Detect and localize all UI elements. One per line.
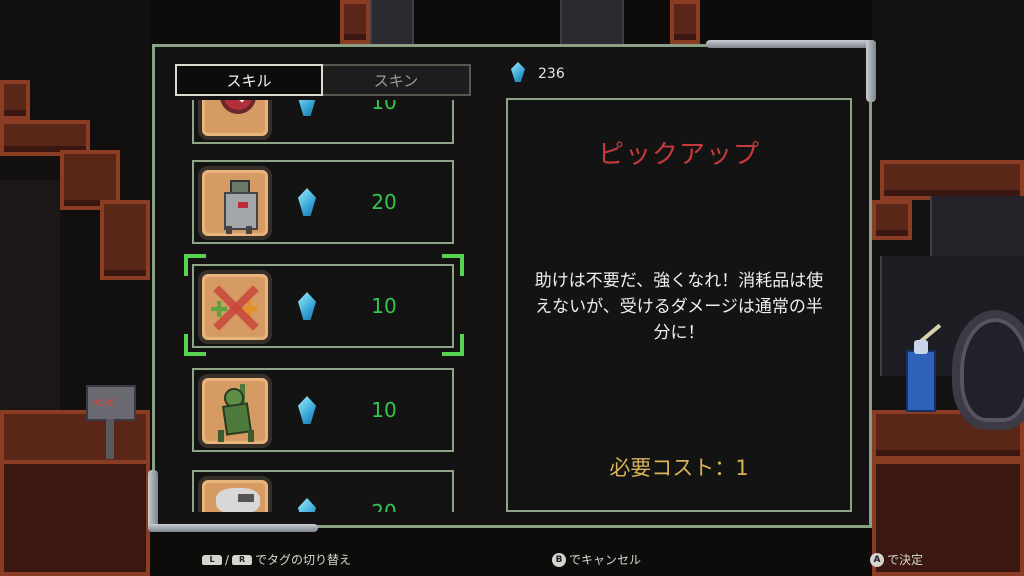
skill-cost: 10 bbox=[371, 398, 397, 422]
cancel-hint: B でキャンセル bbox=[552, 551, 641, 568]
skill-icon bbox=[198, 476, 272, 512]
machine-panel bbox=[930, 196, 1024, 256]
skill-cost: 10 bbox=[371, 294, 397, 318]
skill-icon: ✚ ✚ bbox=[198, 270, 272, 344]
portal-gate bbox=[952, 310, 1024, 430]
skill-list[interactable]: 10 20 ✚ ✚ 10 10 20 bbox=[176, 100, 470, 512]
tab-skin-label: スキン bbox=[373, 71, 419, 90]
tag-switch-hint: L / R でタグの切り替え bbox=[202, 551, 351, 568]
crystal-gem-icon bbox=[298, 100, 316, 116]
frame-pipe-decoration bbox=[706, 40, 876, 48]
rock-ledge-right bbox=[872, 200, 912, 240]
currency-amount: 236 bbox=[538, 66, 565, 82]
skill-card-creature[interactable]: 20 bbox=[192, 470, 454, 512]
frame-pipe-decoration bbox=[148, 524, 318, 532]
skill-title: ピックアップ bbox=[597, 140, 760, 170]
sign-arrow-icon: << bbox=[92, 395, 116, 411]
skill-card-warrior[interactable]: 10 bbox=[192, 368, 454, 452]
tag-switch-label: でタグの切り替え bbox=[255, 553, 352, 567]
figure-legs bbox=[218, 430, 254, 442]
skill-detail-panel: ピックアップ 助けは不要だ、強くなれ！消耗品は使えないが、受けるダメージは通常の… bbox=[506, 98, 852, 512]
skill-cost: 20 bbox=[371, 190, 397, 214]
rock-ceiling bbox=[340, 0, 370, 44]
crystal-gem-icon bbox=[298, 188, 316, 216]
frame-pipe-decoration bbox=[148, 470, 158, 532]
robot-legs bbox=[226, 226, 252, 234]
rock-ceiling bbox=[670, 0, 700, 44]
selection-cursor-corner bbox=[442, 334, 464, 356]
skill-cost: 10 bbox=[371, 100, 397, 114]
skill-description: 助けは不要だ、強くなれ！消耗品は使えないが、受けるダメージは通常の半分に！ bbox=[534, 271, 824, 343]
required-cost-label: 必要コスト： bbox=[609, 456, 736, 480]
cave-opening bbox=[0, 180, 60, 410]
frame-pipe-decoration bbox=[866, 40, 876, 102]
skill-icon bbox=[198, 166, 272, 240]
cave-floor-left-base bbox=[0, 460, 150, 576]
skill-icon bbox=[198, 374, 272, 448]
skill-icon bbox=[198, 100, 272, 140]
b-button-icon: B bbox=[552, 552, 566, 567]
required-cost: 必要コスト：1 bbox=[508, 452, 850, 482]
tab-skill[interactable]: スキル bbox=[175, 64, 323, 96]
skill-card-meat[interactable]: 10 bbox=[192, 100, 454, 144]
skill-card-pickup[interactable]: ✚ ✚ 10 bbox=[192, 264, 454, 348]
rock-ledge bbox=[100, 200, 150, 280]
selection-cursor-corner bbox=[184, 334, 206, 356]
hint-separator: / bbox=[225, 552, 230, 567]
rock-ledge-right bbox=[880, 160, 1024, 200]
required-cost-value: 1 bbox=[735, 456, 749, 480]
meat-icon bbox=[220, 100, 256, 114]
player-character bbox=[906, 340, 936, 412]
r-button-icon: R bbox=[232, 554, 253, 565]
rock-ledge bbox=[0, 80, 30, 120]
cancel-label: でキャンセル bbox=[569, 553, 642, 567]
tab-skill-label: スキル bbox=[226, 71, 272, 90]
metal-pillar bbox=[370, 0, 414, 44]
confirm-label: で決定 bbox=[887, 553, 924, 567]
selection-cursor-corner bbox=[184, 254, 206, 276]
selection-cursor-corner bbox=[442, 254, 464, 276]
skill-card-robot[interactable]: 20 bbox=[192, 160, 454, 244]
skill-cost: 20 bbox=[371, 500, 397, 512]
crystal-gem-icon bbox=[298, 498, 316, 512]
l-button-icon: L bbox=[202, 554, 222, 565]
robot-body bbox=[224, 192, 258, 230]
tab-skin[interactable]: スキン bbox=[323, 64, 471, 96]
crystal-gem-icon bbox=[298, 292, 316, 320]
metal-pillar bbox=[560, 0, 624, 44]
robot-eye bbox=[238, 202, 248, 208]
confirm-hint: A で決定 bbox=[870, 551, 923, 568]
creature-icon bbox=[216, 488, 260, 512]
crystal-gem-icon bbox=[298, 396, 316, 424]
a-button-icon: A bbox=[870, 552, 884, 567]
